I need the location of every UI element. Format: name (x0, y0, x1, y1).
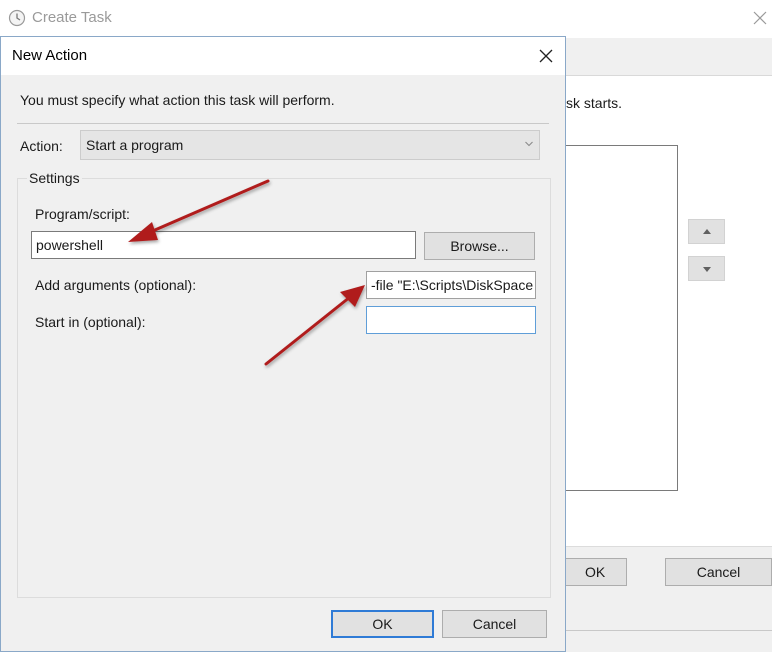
move-down-button[interactable] (688, 256, 725, 281)
browse-button[interactable]: Browse... (424, 232, 535, 260)
create-task-title: Create Task (32, 9, 112, 26)
arrow-up-icon (703, 229, 711, 234)
settings-group-title: Settings (27, 170, 82, 186)
create-task-ok-label: OK (585, 564, 606, 580)
add-arguments-value: -file "E:\Scripts\DiskSpace (371, 277, 534, 293)
create-task-titlebar: Create Task (0, 0, 772, 38)
actions-instruction: sk starts. (566, 95, 623, 111)
program-script-value: powershell (36, 237, 103, 253)
new-action-titlebar: New Action (1, 37, 565, 75)
dialog-instruction: You must specify what action this task w… (20, 92, 335, 108)
close-icon[interactable] (537, 47, 555, 65)
actions-list[interactable] (566, 145, 678, 491)
program-script-label: Program/script: (35, 206, 130, 222)
action-dropdown[interactable]: Start a program (80, 130, 540, 160)
cancel-button[interactable]: Cancel (442, 610, 547, 638)
start-in-label: Start in (optional): (35, 314, 146, 330)
close-icon[interactable] (752, 10, 768, 26)
ok-button[interactable]: OK (331, 610, 434, 638)
add-arguments-input[interactable]: -file "E:\Scripts\DiskSpace (366, 271, 536, 299)
start-in-input[interactable] (366, 306, 536, 334)
move-up-button[interactable] (688, 219, 725, 244)
dialog-title: New Action (12, 47, 88, 64)
tab-strip (566, 38, 772, 76)
chevron-down-icon (525, 141, 533, 147)
divider (566, 630, 772, 631)
program-script-input[interactable]: powershell (31, 231, 416, 259)
clock-icon (8, 9, 26, 27)
new-action-dialog: New Action You must specify what action … (0, 36, 566, 652)
create-task-ok-button[interactable]: OK (566, 558, 627, 586)
arrow-down-icon (703, 267, 711, 272)
action-selected-value: Start a program (86, 137, 184, 153)
create-task-cancel-button[interactable]: Cancel (665, 558, 772, 586)
add-arguments-label: Add arguments (optional): (35, 277, 197, 293)
divider (17, 123, 549, 124)
action-label: Action: (20, 138, 63, 154)
